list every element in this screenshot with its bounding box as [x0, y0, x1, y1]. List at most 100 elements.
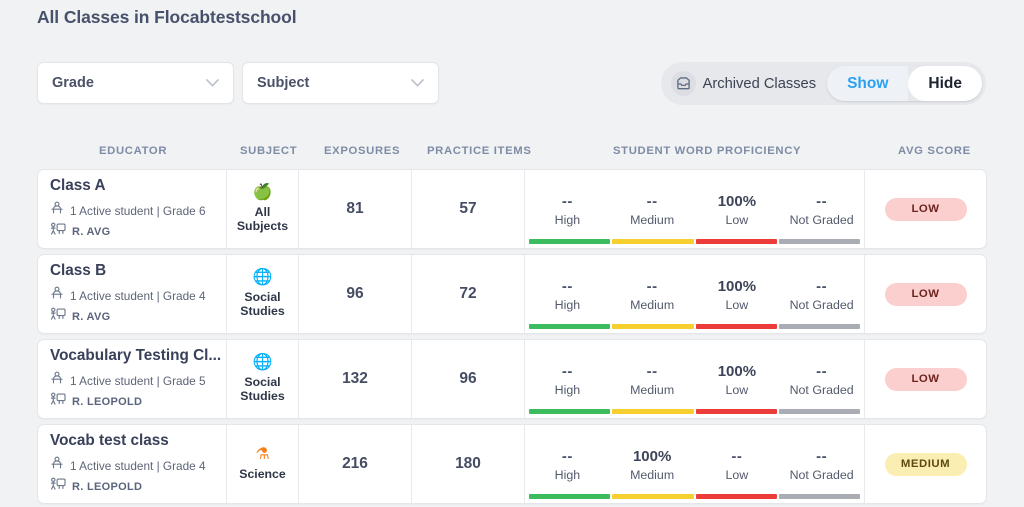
- proficiency-group-low: -- Low: [695, 448, 780, 482]
- proficiency-label: Low: [725, 382, 749, 397]
- proficiency-label: High: [554, 297, 581, 312]
- teacher-name: R. LEOPOLD: [72, 480, 143, 493]
- cell-exposures: 81: [299, 170, 412, 248]
- proficiency-value: 100%: [717, 278, 757, 296]
- teacher-name: R. AVG: [72, 225, 111, 238]
- teacher-board-icon: [50, 307, 66, 326]
- proficiency-group-not-graded: -- Not Graded: [779, 278, 864, 312]
- teacher-board-icon: [50, 222, 66, 241]
- proficiency-label: High: [554, 467, 581, 482]
- cell-subject: 🌐 Social Studies: [227, 255, 299, 333]
- classes-table: Class A 1 Active student | Grade 6 R. AV…: [37, 169, 987, 507]
- cell-educator: Vocabulary Testing Cl... 1 Active studen…: [38, 340, 227, 418]
- cell-practice-items: 57: [412, 170, 525, 248]
- cell-avg-score: LOW: [865, 340, 986, 418]
- proficiency-value: 100%: [717, 363, 757, 381]
- page-title: All Classes in Flocabtestschool: [37, 7, 297, 27]
- archived-show-option[interactable]: Show: [827, 66, 909, 101]
- proficiency-bar-not-graded: [778, 239, 860, 244]
- teacher-name: R. LEOPOLD: [72, 395, 143, 408]
- student-desk-icon: [50, 371, 64, 390]
- proficiency-label: Medium: [630, 212, 675, 227]
- column-header-exposures: EXPOSURES: [324, 145, 401, 157]
- proficiency-bar-high: [529, 409, 611, 414]
- class-name[interactable]: Class A: [50, 177, 226, 195]
- table-row[interactable]: Vocabulary Testing Cl... 1 Active studen…: [37, 339, 987, 419]
- chevron-down-icon: [206, 79, 219, 87]
- students-meta: 1 Active student | Grade 6: [50, 201, 226, 220]
- grade-filter-select[interactable]: Grade: [37, 62, 234, 104]
- table-row[interactable]: Class B 1 Active student | Grade 4 R. AV…: [37, 254, 987, 334]
- proficiency-value: --: [561, 193, 573, 211]
- cell-avg-score: MEDIUM: [865, 425, 986, 503]
- student-desk-icon: [50, 201, 64, 220]
- archived-toggle: Show Hide: [827, 66, 982, 101]
- students-meta-text: 1 Active student | Grade 4: [70, 288, 206, 303]
- proficiency-value: --: [816, 193, 828, 211]
- teacher-name: R. AVG: [72, 310, 111, 323]
- cell-subject: 🍏 All Subjects: [227, 170, 299, 248]
- table-column-headers: EDUCATOR SUBJECT EXPOSURES PRACTICE ITEM…: [37, 145, 987, 165]
- student-desk-icon: [50, 286, 64, 305]
- proficiency-bar-not-graded: [778, 409, 860, 414]
- proficiency-group-low: 100% Low: [695, 278, 780, 312]
- class-name[interactable]: Vocabulary Testing Cl...: [50, 347, 226, 365]
- archived-classes-control: Archived Classes Show Hide: [660, 62, 986, 105]
- students-meta-text: 1 Active student | Grade 4: [70, 458, 206, 473]
- apple-icon: 🍏: [252, 183, 273, 201]
- table-row[interactable]: Vocab test class 1 Active student | Grad…: [37, 424, 987, 504]
- column-header-subject: SUBJECT: [240, 145, 298, 157]
- grade-filter-label: Grade: [52, 75, 94, 91]
- proficiency-bar-low: [695, 409, 777, 414]
- cell-exposures: 132: [299, 340, 412, 418]
- teacher-meta: R. LEOPOLD: [50, 392, 226, 411]
- proficiency-bar-low: [695, 239, 777, 244]
- teacher-meta: R. LEOPOLD: [50, 477, 226, 496]
- proficiency-value: --: [561, 278, 573, 296]
- status-badge: LOW: [884, 367, 967, 391]
- proficiency-bar-high: [529, 239, 611, 244]
- proficiency-label: Not Graded: [789, 297, 854, 312]
- proficiency-bar-not-graded: [778, 324, 860, 329]
- proficiency-value: --: [731, 448, 743, 466]
- class-name[interactable]: Vocab test class: [50, 432, 226, 450]
- class-name[interactable]: Class B: [50, 262, 226, 280]
- teacher-board-icon: [50, 392, 66, 411]
- proficiency-group-not-graded: -- Not Graded: [779, 448, 864, 482]
- proficiency-group-not-graded: -- Not Graded: [779, 363, 864, 397]
- proficiency-value: --: [646, 363, 658, 381]
- archive-tray-icon: [670, 71, 696, 96]
- proficiency-value: 100%: [717, 193, 757, 211]
- proficiency-label: High: [554, 382, 581, 397]
- student-desk-icon: [50, 456, 64, 475]
- archived-hide-option[interactable]: Hide: [908, 66, 982, 101]
- cell-educator: Class A 1 Active student | Grade 6 R. AV…: [38, 170, 227, 248]
- proficiency-bar-low: [695, 324, 777, 329]
- column-header-proficiency: STUDENT WORD PROFICIENCY: [613, 145, 802, 157]
- teacher-board-icon: [50, 477, 66, 496]
- students-meta: 1 Active student | Grade 4: [50, 286, 226, 305]
- proficiency-label: Not Graded: [789, 212, 854, 227]
- subject-filter-select[interactable]: Subject: [242, 62, 439, 104]
- column-header-practice-items: PRACTICE ITEMS: [427, 145, 532, 157]
- teacher-meta: R. AVG: [50, 307, 226, 326]
- proficiency-value: --: [816, 448, 828, 466]
- proficiency-group-high: -- High: [525, 363, 610, 397]
- proficiency-label: Low: [725, 297, 749, 312]
- proficiency-bar-high: [529, 494, 611, 499]
- cell-educator: Vocab test class 1 Active student | Grad…: [38, 425, 227, 503]
- proficiency-group-high: -- High: [525, 193, 610, 227]
- proficiency-label: Not Graded: [789, 467, 854, 482]
- column-header-educator: EDUCATOR: [99, 145, 168, 157]
- status-badge: LOW: [884, 197, 967, 221]
- proficiency-group-medium: -- Medium: [610, 193, 695, 227]
- cell-educator: Class B 1 Active student | Grade 4 R. AV…: [38, 255, 227, 333]
- table-row[interactable]: Class A 1 Active student | Grade 6 R. AV…: [37, 169, 987, 249]
- proficiency-group-not-graded: -- Not Graded: [779, 193, 864, 227]
- proficiency-value: --: [561, 363, 573, 381]
- proficiency-label: Not Graded: [789, 382, 854, 397]
- cell-avg-score: LOW: [865, 255, 986, 333]
- cell-exposures: 96: [299, 255, 412, 333]
- cell-student-word-proficiency: -- High 100% Medium -- Low -- Not Graded: [525, 425, 865, 503]
- proficiency-value: --: [816, 278, 828, 296]
